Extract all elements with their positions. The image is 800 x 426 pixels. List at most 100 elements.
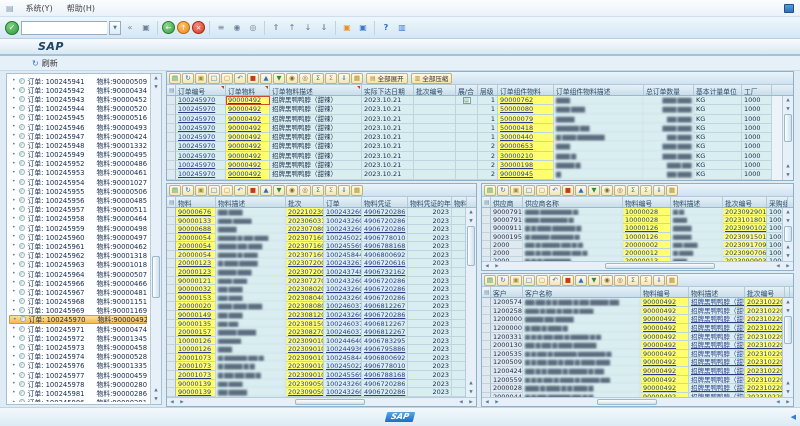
- grid-link-cell[interactable]: 1200000: [491, 324, 523, 333]
- grid-link-cell[interactable]: 4906812267: [362, 320, 408, 329]
- grid-link-cell[interactable]: 50000079: [498, 115, 554, 124]
- column-header[interactable]: 物料描述: [671, 197, 723, 207]
- grid-link-cell[interactable]: 4906783295: [362, 337, 408, 346]
- total-icon[interactable]: Σ: [627, 275, 639, 286]
- grid-link-cell[interactable]: 30000210: [498, 152, 554, 161]
- grid-link-cell[interactable]: 招牌黑鸭鸭脖（甜辣）: [689, 350, 745, 359]
- grid-link-cell[interactable]: 90000492: [226, 133, 270, 142]
- grid-link-cell[interactable]: [456, 152, 478, 161]
- grid-link-cell[interactable]: 10000126: [623, 224, 671, 232]
- grid-link-cell[interactable]: 2023102201: [745, 341, 785, 350]
- grid-link-cell[interactable]: 100244936: [324, 345, 362, 354]
- scroll-up-icon[interactable]: ▲: [151, 74, 161, 83]
- grid-link-cell[interactable]: 20000013: [623, 257, 671, 261]
- grid-link-cell[interactable]: 2023102201: [745, 333, 785, 342]
- grid-link-cell[interactable]: 20001073: [176, 354, 216, 363]
- grid-link-cell[interactable]: 100245970: [176, 161, 226, 170]
- find-icon[interactable]: ◉: [286, 73, 298, 84]
- scroll-up-icon[interactable]: ▲: [783, 298, 793, 307]
- create-shortcut-icon[interactable]: ▣: [356, 21, 370, 35]
- grid-link-cell[interactable]: 招牌黑鸭鸭脖（甜辣）: [689, 333, 745, 342]
- choose-details-icon[interactable]: ▤: [169, 73, 181, 84]
- grid-link-cell[interactable]: 100245022: [324, 362, 362, 371]
- grid-link-cell[interactable]: ▤: [456, 96, 478, 105]
- grid-link-cell[interactable]: 100245970: [176, 96, 226, 105]
- row-select-cell[interactable]: [167, 142, 176, 151]
- column-header[interactable]: 订单编号: [176, 85, 226, 95]
- grid-link-cell[interactable]: 90000492: [226, 142, 270, 151]
- grid-link-cell[interactable]: 20001073: [176, 371, 216, 380]
- grid-link-cell[interactable]: 90000149: [176, 311, 216, 320]
- collapse-all-button[interactable]: ▥全部压缩: [411, 73, 453, 84]
- grid-link-cell[interactable]: 30000440: [498, 133, 554, 142]
- filter-icon[interactable]: ▼: [273, 73, 285, 84]
- grid-link-cell[interactable]: 2023102201: [745, 367, 785, 376]
- grid-link-cell[interactable]: 2000130: [491, 341, 523, 350]
- grid-link-cell[interactable]: 100246037: [324, 320, 362, 329]
- grid-link-cell[interactable]: 2023102201: [745, 298, 785, 307]
- column-header[interactable]: 客户: [491, 287, 523, 297]
- help-icon[interactable]: ?: [379, 21, 393, 35]
- grid-link-cell[interactable]: 20000123: [176, 259, 216, 268]
- column-header[interactable]: 采购组: [767, 197, 788, 207]
- row-select-cell[interactable]: [167, 105, 176, 114]
- refresh-icon[interactable]: ↻: [182, 185, 194, 196]
- row-select-cell[interactable]: [167, 320, 176, 329]
- row-select-cell[interactable]: [482, 224, 491, 232]
- grid-link-cell[interactable]: 90000945: [498, 170, 554, 179]
- scroll-up-icon[interactable]: ▲: [783, 96, 793, 105]
- grid-link-cell[interactable]: 90000653: [498, 142, 554, 151]
- grid-link-cell[interactable]: 100245970: [176, 115, 226, 124]
- row-select-cell[interactable]: [482, 341, 491, 350]
- horizontal-scrollbar[interactable]: ◀▶◀▶: [482, 397, 793, 406]
- grid-link-cell[interactable]: [456, 115, 478, 124]
- tree-scrollbar[interactable]: ▲ ▼ ▲ ▼: [150, 74, 161, 404]
- row-select-cell[interactable]: [482, 376, 491, 385]
- scroll-up-icon[interactable]: ▲: [783, 243, 793, 252]
- grid-link-cell[interactable]: 2022102302: [286, 208, 324, 217]
- grid-link-cell[interactable]: 4906812267: [362, 302, 408, 311]
- scrollbar-thumb[interactable]: [467, 226, 475, 266]
- grid-link-cell[interactable]: 90000492: [641, 350, 689, 359]
- row-select-cell[interactable]: [167, 259, 176, 268]
- grid-link-cell[interactable]: 2023091501: [723, 233, 767, 241]
- grid-link-cell[interactable]: 90000492: [226, 152, 270, 161]
- delete-row-icon[interactable]: ■: [562, 275, 574, 286]
- grid-link-cell[interactable]: [456, 170, 478, 179]
- row-select-cell[interactable]: [482, 257, 491, 261]
- column-header[interactable]: 物料凭证: [362, 197, 408, 207]
- delete-row-icon[interactable]: ■: [247, 185, 259, 196]
- column-header[interactable]: 批次编号: [723, 197, 767, 207]
- grid-link-cell[interactable]: 4906812267: [362, 328, 408, 337]
- scroll-down-icon[interactable]: ▼: [783, 171, 793, 180]
- grid-link-cell[interactable]: 100245022: [324, 234, 362, 243]
- scroll-right-icon[interactable]: ▶: [783, 398, 793, 406]
- exit-icon[interactable]: ↑: [177, 21, 190, 34]
- new-document-icon[interactable]: □: [208, 185, 220, 196]
- new-document-icon[interactable]: □: [523, 185, 535, 196]
- grid-link-cell[interactable]: 100243260: [324, 277, 362, 286]
- column-header[interactable]: 层级: [478, 85, 498, 95]
- grid-link-cell[interactable]: 90000492: [641, 376, 689, 385]
- grid-link-cell[interactable]: 90000492: [641, 341, 689, 350]
- grid-link-cell[interactable]: 100245569: [324, 242, 362, 251]
- row-select-cell[interactable]: [167, 251, 176, 260]
- grid-link-cell[interactable]: 90000492: [641, 315, 689, 324]
- sort-ascending-icon[interactable]: ▲: [575, 275, 587, 286]
- select-all-button[interactable]: ▤: [482, 287, 491, 297]
- find-next-icon[interactable]: ◎: [299, 73, 311, 84]
- column-header[interactable]: 基本计量单位: [694, 85, 742, 95]
- row-select-cell[interactable]: [482, 367, 491, 376]
- scroll-up-icon[interactable]: ▲: [783, 162, 793, 171]
- row-select-cell[interactable]: [482, 384, 491, 393]
- scroll-down-icon[interactable]: ▼: [466, 217, 476, 226]
- grid-link-cell[interactable]: 招牌黑鸭鸭脖（甜辣）: [689, 324, 745, 333]
- grid-link-cell[interactable]: 2023072003: [286, 268, 324, 277]
- find-next-icon[interactable]: ◎: [614, 185, 626, 196]
- delete-row-icon[interactable]: ■: [562, 185, 574, 196]
- save-icon[interactable]: ▣: [139, 21, 153, 35]
- find-icon[interactable]: ◉: [230, 21, 244, 35]
- scrollbar-thumb[interactable]: [597, 399, 657, 405]
- row-select-cell[interactable]: [167, 380, 176, 389]
- expand-all-button[interactable]: ▤全部展开: [366, 73, 408, 84]
